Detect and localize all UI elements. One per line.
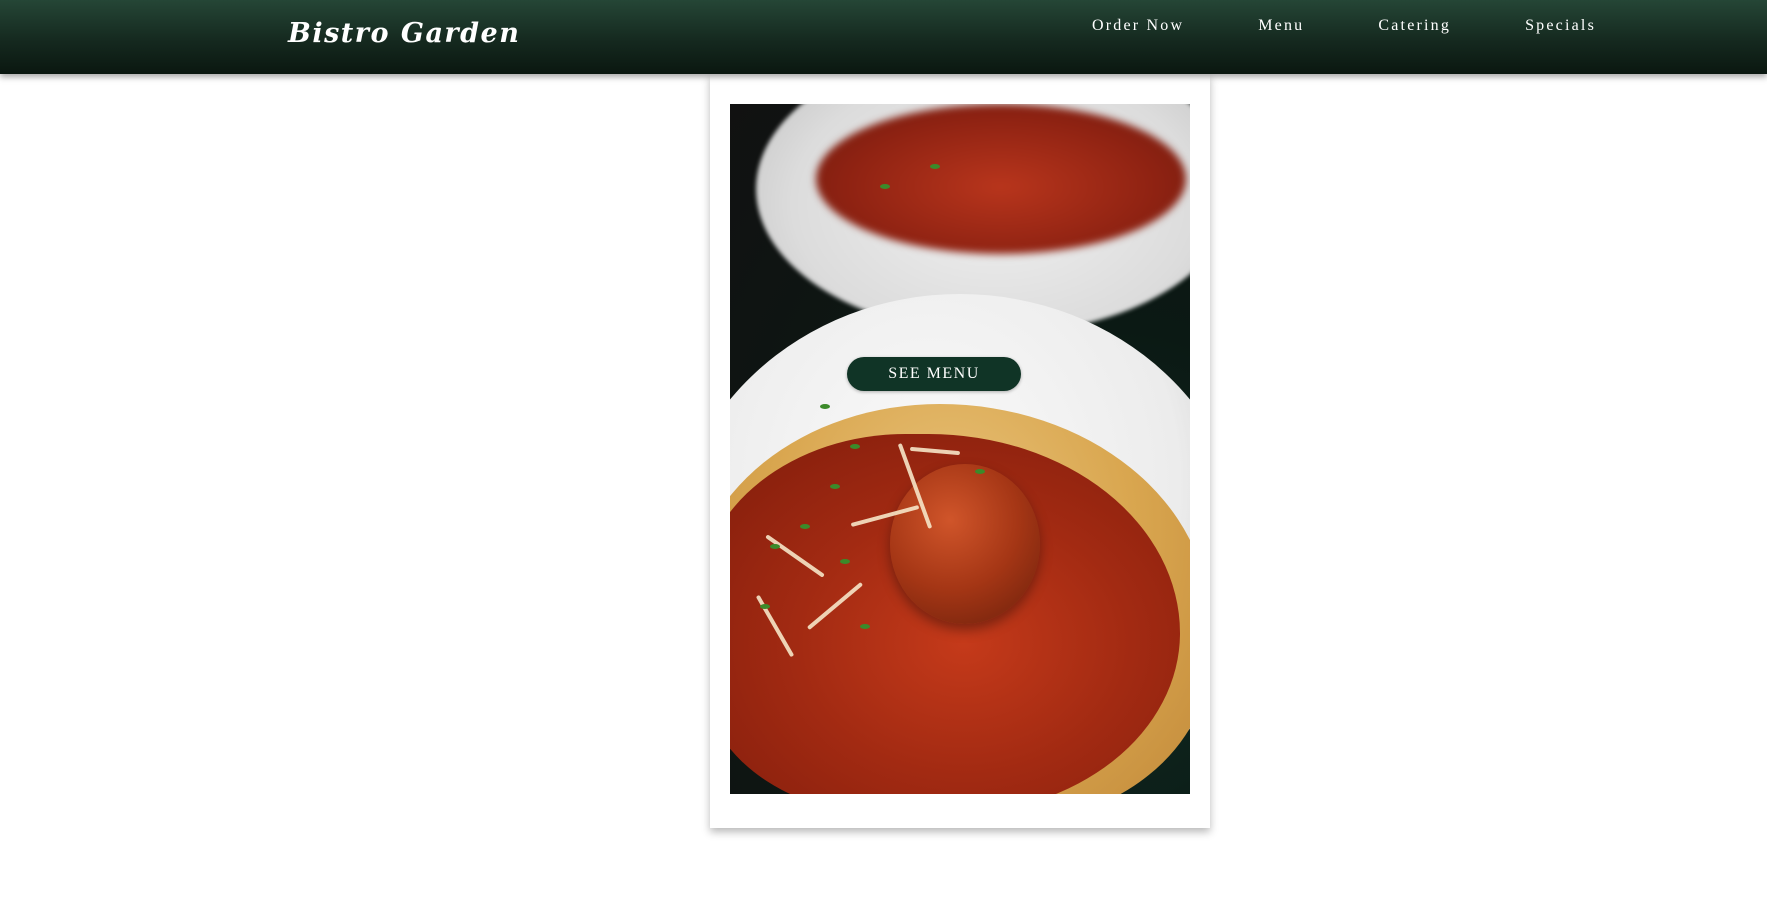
parsley-fleck — [975, 469, 985, 474]
see-menu-button[interactable]: SEE MENU — [847, 357, 1021, 391]
nav-link-catering[interactable]: Catering — [1378, 17, 1451, 35]
parsley-fleck — [930, 164, 940, 169]
brand-logo[interactable]: Bistro Garden — [288, 18, 520, 49]
parsley-fleck — [850, 444, 860, 449]
nav-links: Order Now Menu Catering Specials — [1092, 17, 1596, 35]
parsley-fleck — [860, 624, 870, 629]
parsley-fleck — [820, 404, 830, 409]
parsley-fleck — [880, 184, 890, 189]
meatball — [890, 464, 1040, 624]
nav-link-order-now[interactable]: Order Now — [1092, 17, 1184, 35]
parsley-fleck — [840, 559, 850, 564]
back-bowl-sauce — [816, 104, 1186, 254]
parsley-fleck — [800, 524, 810, 529]
nav-link-menu[interactable]: Menu — [1258, 17, 1304, 35]
menu-card: SEE MENU — [710, 74, 1210, 828]
spaghetti-meatball-photo: SEE MENU — [730, 104, 1190, 794]
parsley-fleck — [830, 484, 840, 489]
parsley-fleck — [760, 604, 770, 609]
top-navbar: Bistro Garden Order Now Menu Catering Sp… — [0, 0, 1767, 74]
nav-link-specials[interactable]: Specials — [1525, 17, 1596, 35]
parsley-fleck — [770, 544, 780, 549]
